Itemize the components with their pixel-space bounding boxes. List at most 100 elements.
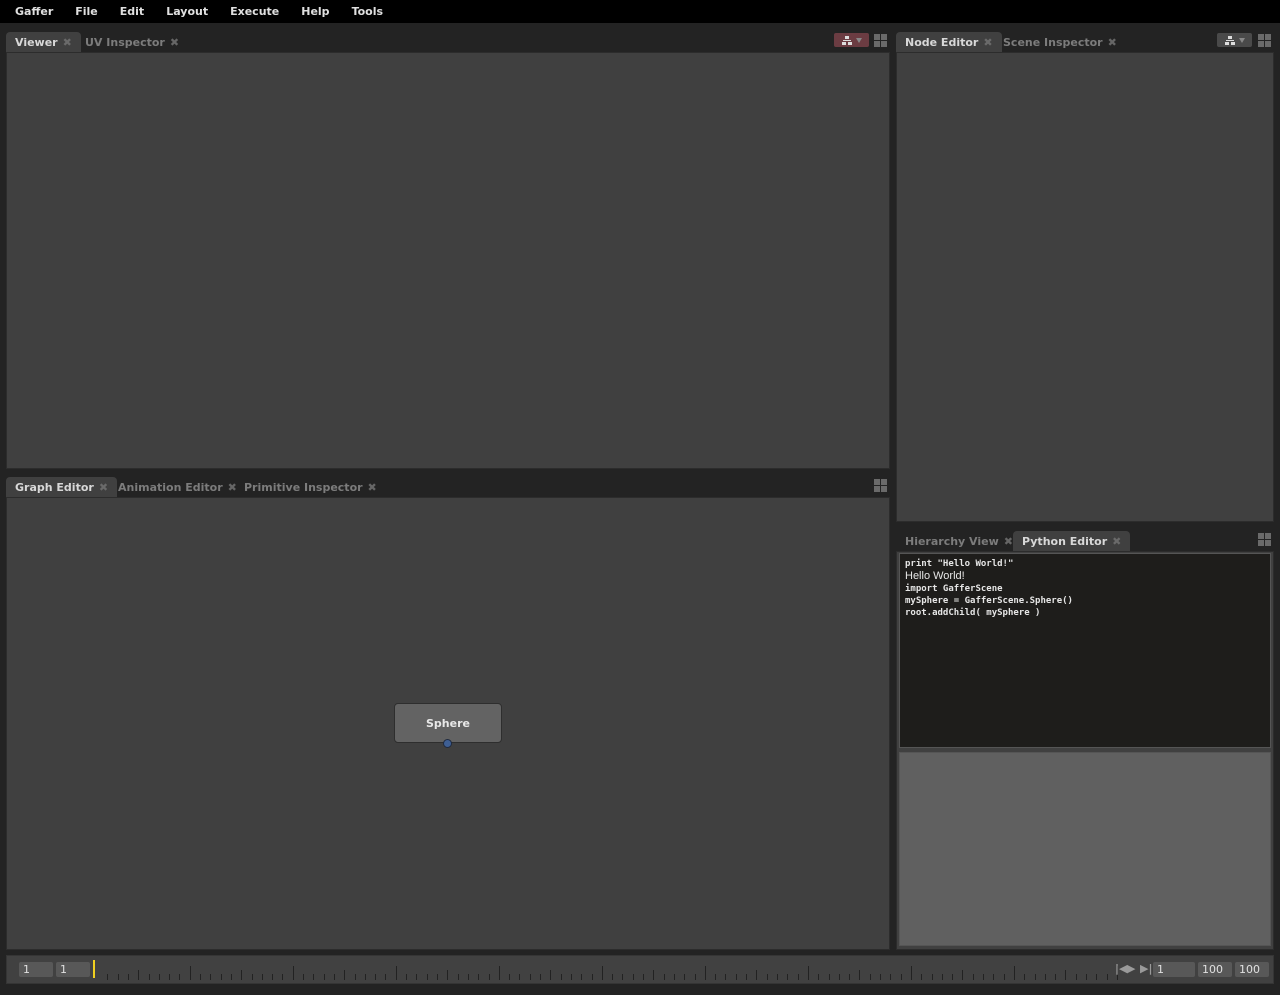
frame-tick <box>807 966 809 980</box>
tab-python-editor[interactable]: Python Editor ✖ <box>1013 531 1131 552</box>
frame-tick <box>663 974 665 980</box>
tab-primitive-inspector[interactable]: Primitive Inspector ✖ <box>235 477 386 498</box>
tab-node-editor[interactable]: Node Editor ✖ <box>896 32 1002 53</box>
output-result: Hello World! <box>905 570 965 582</box>
start-frame-field[interactable]: 1 <box>19 962 53 977</box>
frame-tick <box>416 974 418 980</box>
node-filter-button[interactable] <box>1217 33 1252 47</box>
previous-frame-icon[interactable]: |◀ <box>1115 962 1127 975</box>
frame-tick <box>993 974 995 980</box>
output-line: root.addChild( mySphere ) <box>905 608 1041 618</box>
frame-tick <box>447 970 449 980</box>
end-frame-field[interactable]: 100 <box>1235 962 1269 977</box>
menu-file[interactable]: File <box>64 0 109 23</box>
frame-tick <box>261 974 263 980</box>
next-frame-icon[interactable]: ▶| <box>1140 962 1152 975</box>
frame-tick <box>158 974 160 980</box>
frame-tick <box>292 966 294 980</box>
frame-tick <box>766 974 768 980</box>
layout-grid-icon[interactable] <box>1258 533 1271 546</box>
play-icon[interactable]: ▶ <box>1127 962 1135 975</box>
timeline: 1 1 |◀ ▶ ▶| 1 100 100 <box>6 955 1274 984</box>
frame-ruler[interactable] <box>97 960 1118 980</box>
output-line: mySphere = GafferScene.Sphere() <box>905 596 1073 606</box>
layout-grid-icon[interactable] <box>874 479 887 492</box>
frame-tick <box>200 974 202 980</box>
frame-tick <box>715 974 717 980</box>
close-icon[interactable]: ✖ <box>1004 535 1013 548</box>
frame-tick <box>983 974 985 980</box>
menu-edit[interactable]: Edit <box>109 0 155 23</box>
scene-filter-button[interactable] <box>834 33 869 47</box>
close-icon[interactable]: ✖ <box>983 36 992 49</box>
frame-tick <box>880 974 882 980</box>
close-icon[interactable]: ✖ <box>99 481 108 494</box>
frame-tick <box>704 966 706 980</box>
frame-tick <box>107 974 109 980</box>
tab-scene-inspector[interactable]: Scene Inspector ✖ <box>994 32 1126 53</box>
frame-tick <box>601 966 603 980</box>
frame-tick <box>272 974 274 980</box>
frame-tick <box>684 974 686 980</box>
tab-label: Viewer <box>15 36 58 49</box>
frame-tick <box>632 974 634 980</box>
close-icon[interactable]: ✖ <box>170 36 179 49</box>
frame-tick <box>869 974 871 980</box>
frame-tick <box>1044 974 1046 980</box>
menu-tools[interactable]: Tools <box>341 0 394 23</box>
python-editor-tabbar: Hierarchy View ✖ Python Editor ✖ <box>896 527 1274 552</box>
graph-editor-tabbar: Graph Editor ✖ Animation Editor ✖ Primit… <box>6 473 890 498</box>
layout-grid-icon[interactable] <box>874 34 887 47</box>
layout-grid-icon[interactable] <box>1258 34 1271 47</box>
frame-tick <box>694 974 696 980</box>
frame-tick <box>735 974 737 980</box>
python-output[interactable]: print "Hello World!" Hello World! import… <box>899 553 1271 748</box>
menu-gaffer[interactable]: Gaffer <box>4 0 64 23</box>
frame-tick <box>797 974 799 980</box>
graph-node-sphere[interactable]: Sphere <box>394 703 502 743</box>
current-frame-field[interactable]: 1 <box>1153 962 1195 977</box>
tab-graph-editor[interactable]: Graph Editor ✖ <box>6 477 118 498</box>
frame-tick <box>241 970 243 980</box>
range-start-field[interactable]: 1 <box>56 962 90 977</box>
output-line: print "Hello World!" <box>905 559 1014 569</box>
chevron-down-icon <box>1238 37 1245 43</box>
tab-label: Python Editor <box>1022 535 1108 548</box>
frame-tick <box>910 966 912 980</box>
frame-tick <box>1096 974 1098 980</box>
frame-tick <box>941 974 943 980</box>
frame-tick <box>498 966 500 980</box>
frame-tick <box>467 974 469 980</box>
frame-tick <box>385 974 387 980</box>
close-icon[interactable]: ✖ <box>1112 535 1121 548</box>
tab-viewer[interactable]: Viewer ✖ <box>6 32 81 53</box>
frame-tick <box>117 974 119 980</box>
node-output-plug[interactable] <box>443 739 452 748</box>
menu-layout[interactable]: Layout <box>155 0 219 23</box>
frame-tick <box>952 974 954 980</box>
tab-uv-inspector[interactable]: UV Inspector ✖ <box>76 32 188 53</box>
tab-label: Graph Editor <box>15 481 94 494</box>
python-input[interactable] <box>899 752 1271 946</box>
close-icon[interactable]: ✖ <box>1108 36 1117 49</box>
tab-hierarchy-view[interactable]: Hierarchy View ✖ <box>896 531 1022 552</box>
close-icon[interactable]: ✖ <box>368 481 377 494</box>
output-line: import GafferScene <box>905 584 1003 594</box>
frame-tick <box>828 974 830 980</box>
frame-tick <box>220 974 222 980</box>
frame-cursor[interactable] <box>93 960 95 978</box>
node-editor-panel: Node Editor ✖ Scene Inspector ✖ <box>896 28 1274 522</box>
menu-execute[interactable]: Execute <box>219 0 290 23</box>
frame-tick <box>550 970 552 980</box>
frame-tick <box>859 970 861 980</box>
frame-tick <box>673 974 675 980</box>
frame-tick <box>900 974 902 980</box>
frame-tick <box>148 974 150 980</box>
range-end-field[interactable]: 100 <box>1198 962 1232 977</box>
tab-animation-editor[interactable]: Animation Editor ✖ <box>109 477 246 498</box>
menu-help[interactable]: Help <box>290 0 340 23</box>
frame-tick <box>478 974 480 980</box>
frame-tick <box>354 974 356 980</box>
viewer-viewport[interactable] <box>6 52 890 469</box>
close-icon[interactable]: ✖ <box>63 36 72 49</box>
